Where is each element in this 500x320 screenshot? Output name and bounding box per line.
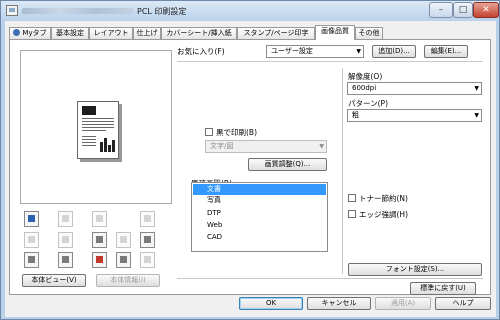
dialog-client-area: Myタブ 基本設定 レイアウト 仕上げ カバーシート/挿入紙 スタンプ/ページ印… — [5, 21, 496, 317]
edit-favorite-button[interactable]: 編集(E)... — [424, 45, 468, 58]
pattern-select[interactable]: 粗 ▼ — [347, 109, 482, 122]
tab-label: 画像品質 — [321, 27, 349, 35]
tab-label: カバーシート/挿入紙 — [166, 29, 232, 37]
my-tab-icon — [13, 29, 21, 36]
booklet-icon — [58, 232, 73, 248]
grayscale-mode-select[interactable]: 文字/図 ▼ — [205, 140, 327, 153]
tab-other[interactable]: その他 — [355, 27, 383, 39]
font-a-icon — [92, 232, 107, 248]
tab-label: その他 — [358, 29, 380, 37]
resolution-select[interactable]: 600dpi ▼ — [347, 82, 482, 95]
favorites-select[interactable]: ユーザー設定 ▼ — [266, 45, 364, 58]
favorites-value: ユーザー設定 — [271, 47, 313, 55]
grayscale-label: 黒で印刷(B) — [216, 128, 257, 137]
grayscale-checkbox[interactable] — [205, 128, 213, 136]
dropdown-arrow-icon: ▼ — [474, 85, 479, 92]
duplex-icon — [24, 232, 39, 248]
tab-label: スタンプ/ページ印字 — [243, 29, 309, 37]
maximize-button[interactable]: □ — [453, 2, 473, 18]
ok-button[interactable]: OK — [239, 297, 303, 310]
list-item[interactable]: Web — [193, 220, 326, 231]
pattern-label: パターン(P) — [348, 99, 388, 108]
dropdown-arrow-icon: ▼ — [474, 112, 479, 119]
font-settings-button[interactable]: フォント設定(S)... — [348, 263, 482, 276]
list-item[interactable]: CAD — [193, 232, 326, 243]
pattern-value: 粗 — [352, 111, 359, 119]
image-quality-panel: 本体ビュー(V) 本体情報(I) お気に入り(F) ユーザー設定 ▼ 追加(D).… — [9, 39, 491, 295]
tab-label: レイアウト — [93, 29, 129, 37]
redacted-printer-name — [22, 8, 134, 14]
printer-view-button[interactable]: 本体ビュー(V) — [22, 274, 86, 287]
account-track-icon — [92, 252, 107, 268]
list-item[interactable]: 文書 — [193, 184, 326, 195]
list-item[interactable]: 写真 — [193, 195, 326, 206]
title-bar[interactable]: PCL 印刷設定 – □ ✕ — [1, 1, 499, 21]
tab-layout[interactable]: レイアウト — [89, 27, 133, 39]
user-auth-icon — [58, 252, 73, 268]
tab-label: 仕上げ — [136, 29, 158, 37]
tab-label: 基本設定 — [56, 29, 84, 37]
hdd-icon — [116, 252, 131, 268]
printer-options-icons: 本体ビュー(V) 本体情報(I) — [20, 206, 172, 301]
tab-basic[interactable]: 基本設定 — [51, 27, 89, 39]
toner-save-label: トナー節約(N) — [359, 194, 408, 203]
separator — [177, 278, 483, 279]
dropdown-arrow-icon: ▼ — [319, 143, 324, 150]
toner-save-checkbox[interactable] — [348, 194, 356, 202]
print-preview — [20, 50, 172, 204]
resolution-label: 解像度(O) — [348, 72, 383, 81]
original-quality-list[interactable]: 文書 写真 DTP Web CAD — [191, 182, 328, 252]
column-divider — [342, 68, 343, 274]
cover-icon — [116, 232, 131, 248]
dropdown-arrow-icon: ▼ — [356, 48, 361, 55]
stack-icon — [140, 232, 155, 248]
grayscale-mode-value: 文字/図 — [210, 142, 234, 150]
list-item[interactable]: DTP — [193, 208, 326, 219]
minimize-button[interactable]: – — [429, 2, 453, 18]
lock-job-icon — [140, 252, 155, 268]
tab-image-quality[interactable]: 画像品質 — [315, 25, 355, 40]
fold-icon — [140, 211, 155, 227]
window-title: PCL 印刷設定 — [137, 7, 187, 16]
apply-button[interactable]: 適用(A) — [375, 297, 431, 310]
page-preview-icon — [77, 101, 119, 159]
output-tray-icon — [24, 211, 39, 227]
separator — [177, 61, 483, 62]
tab-my-tab[interactable]: Myタブ — [9, 27, 51, 39]
quality-adjust-button[interactable]: 画質調整(Q)... — [248, 158, 327, 171]
punch-icon — [58, 211, 73, 227]
tab-finishing[interactable]: 仕上げ — [133, 27, 161, 39]
staple-icon — [92, 211, 107, 227]
printer-app-icon — [6, 5, 18, 16]
restore-defaults-button[interactable]: 標準に戻す(U) — [410, 282, 476, 295]
help-button[interactable]: ヘルプ — [435, 297, 491, 310]
favorites-label: お気に入り(F) — [177, 47, 225, 56]
cancel-button[interactable]: キャンセル — [307, 297, 371, 310]
tab-label: Myタブ — [22, 29, 47, 37]
printer-unit-icon — [24, 252, 39, 268]
tab-stamp[interactable]: スタンプ/ページ印字 — [237, 27, 315, 39]
tab-cover-sheet[interactable]: カバーシート/挿入紙 — [161, 27, 237, 39]
add-favorite-button[interactable]: 追加(D)... — [372, 45, 416, 58]
resolution-value: 600dpi — [352, 84, 377, 92]
print-settings-window: PCL 印刷設定 – □ ✕ Myタブ 基本設定 レイアウト 仕上げ カバーシー… — [0, 0, 500, 320]
close-button[interactable]: ✕ — [473, 2, 499, 18]
edge-enhance-label: エッジ強調(H) — [359, 210, 408, 219]
printer-info-button[interactable]: 本体情報(I) — [96, 274, 160, 287]
edge-enhance-checkbox[interactable] — [348, 210, 356, 218]
